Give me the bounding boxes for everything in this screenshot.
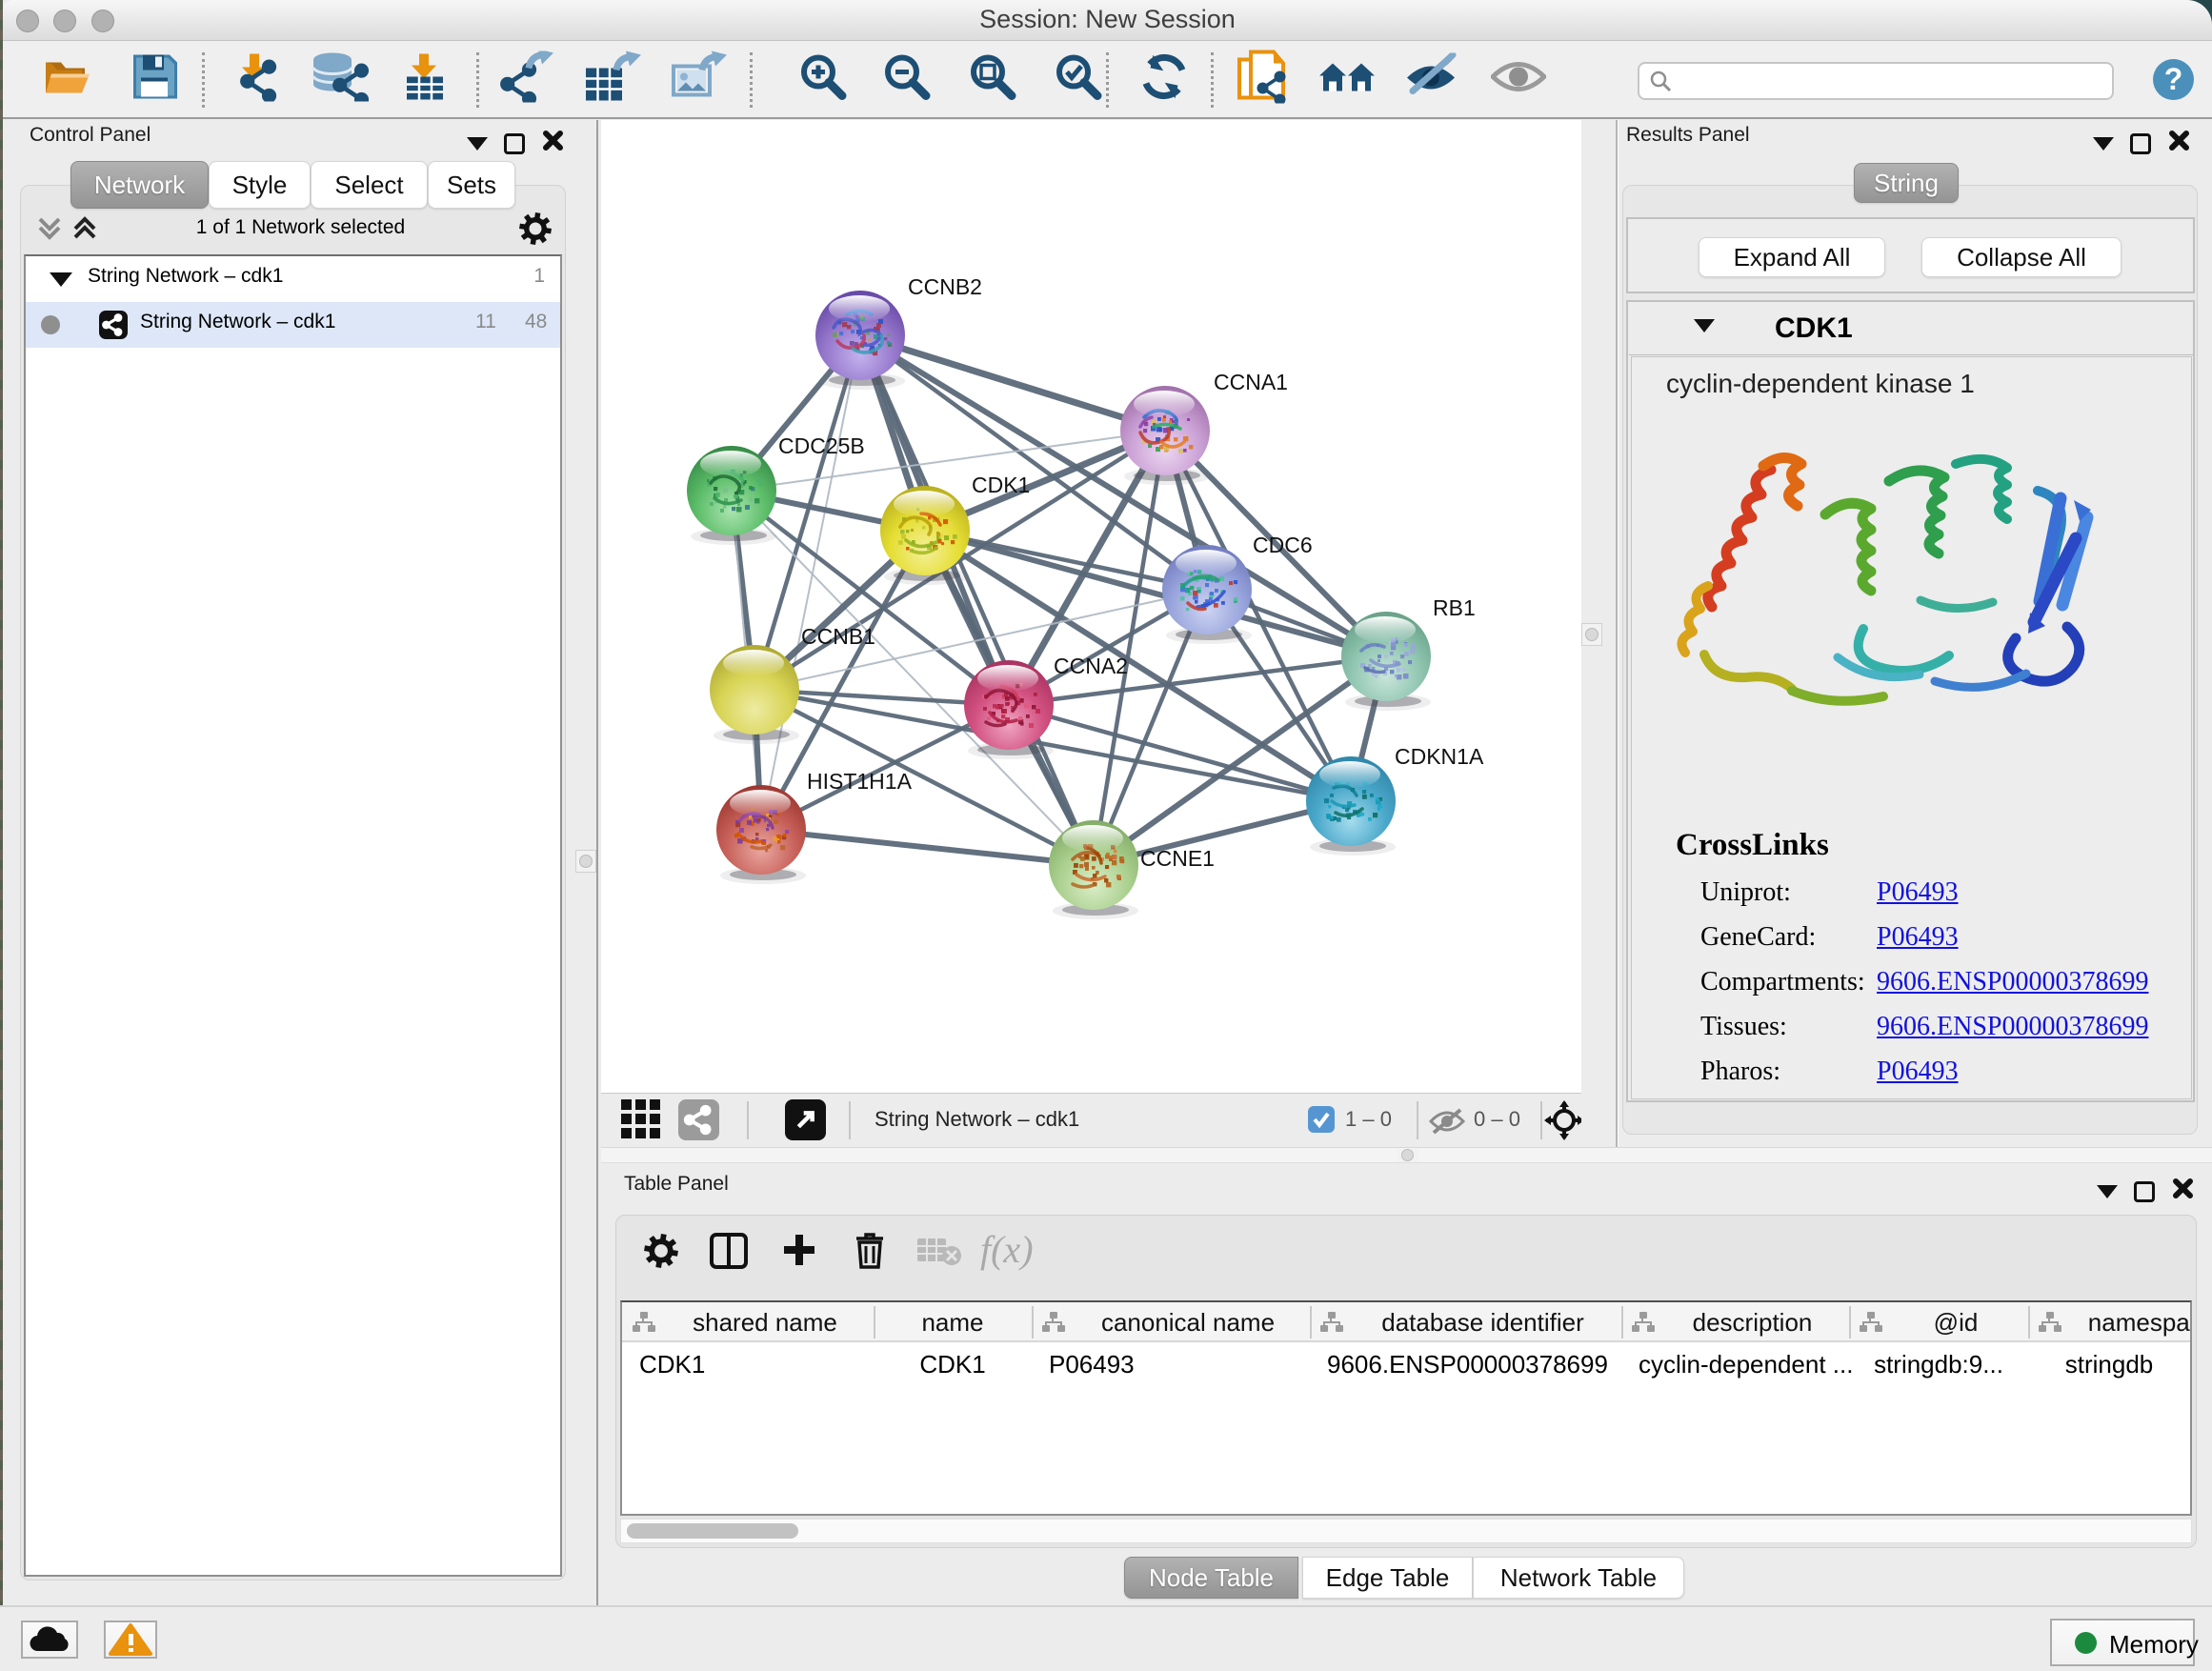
svg-text:CCNB1: CCNB1	[801, 624, 875, 649]
svg-text:CCNE1: CCNE1	[1140, 846, 1215, 871]
svg-text:CDK1: CDK1	[972, 473, 1030, 497]
svg-text:CCNB2: CCNB2	[908, 274, 982, 299]
svg-text:CCNA2: CCNA2	[1054, 654, 1128, 678]
svg-text:CDC25B: CDC25B	[778, 433, 865, 458]
svg-text:CDKN1A: CDKN1A	[1395, 744, 1484, 769]
svg-text:CCNA1: CCNA1	[1214, 370, 1288, 394]
svg-text:RB1: RB1	[1433, 595, 1476, 620]
svg-text:HIST1H1A: HIST1H1A	[807, 769, 913, 794]
svg-text:CDC6: CDC6	[1253, 533, 1313, 557]
